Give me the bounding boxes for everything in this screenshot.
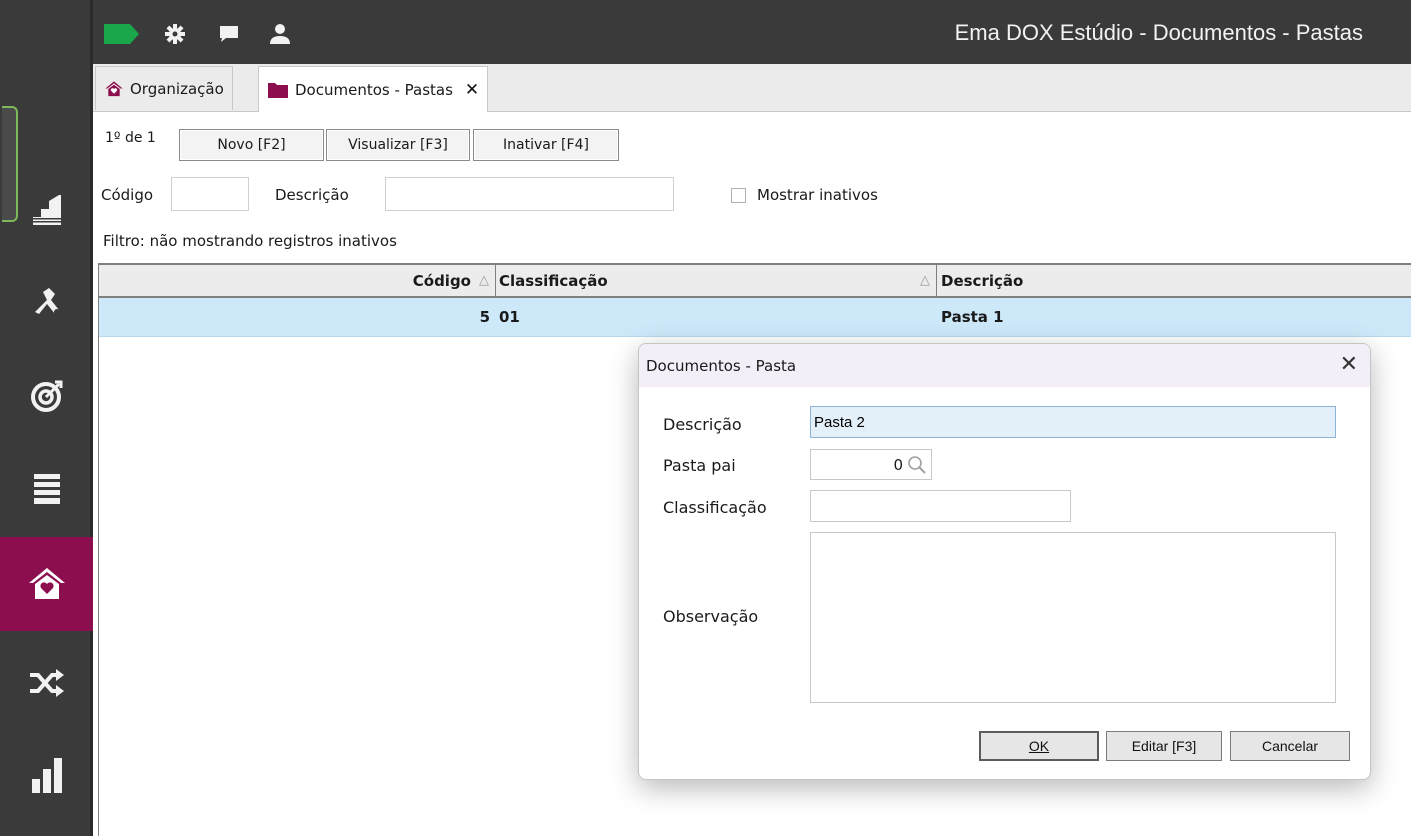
edit-button[interactable]: Editar [F3] (1106, 731, 1222, 761)
column-header-descricao[interactable]: Descrição (937, 265, 1411, 296)
bar-chart-icon (31, 758, 62, 793)
tab-label: Documentos - Pastas (295, 80, 453, 99)
tab-organizacao[interactable]: Organização (95, 66, 233, 110)
tools-icon (34, 288, 60, 315)
column-label: Classificação (499, 271, 608, 290)
sort-triangle-icon: △ (479, 273, 489, 288)
ok-button-label: OK (1028, 738, 1050, 754)
column-label: Código (412, 271, 471, 290)
inactivate-button[interactable]: Inativar [F4] (473, 129, 619, 161)
observation-label: Observação (663, 607, 759, 626)
toolbar: 1º de 1 Novo [F2] Visualizar [F3] Inativ… (93, 112, 1411, 170)
list-icon (33, 474, 60, 504)
sidebar-item-bar-chart[interactable] (0, 728, 93, 822)
classification-label: Classificação (663, 498, 767, 517)
sort-triangle-icon: △ (920, 273, 930, 288)
user-icon[interactable] (268, 22, 292, 46)
table-row[interactable]: 5 01 Pasta 1 (99, 298, 1411, 337)
folder-dialog: Documentos - Pasta ✕ Descrição Pasta pai… (638, 343, 1371, 780)
chat-icon[interactable] (217, 22, 241, 46)
stairs-icon (32, 195, 61, 225)
code-filter-input[interactable] (171, 177, 249, 211)
sidebar-item-list[interactable] (0, 442, 93, 536)
left-sidebar (0, 0, 93, 836)
description-field[interactable] (810, 406, 1336, 438)
gear-icon[interactable] (163, 22, 187, 46)
home-heart-icon (28, 568, 65, 599)
ok-button[interactable]: OK (979, 731, 1099, 761)
dialog-title: Documentos - Pasta (646, 357, 797, 375)
show-inactive-label: Mostrar inativos (757, 186, 878, 204)
column-header-codigo[interactable]: Código △ (99, 265, 496, 296)
home-heart-icon (105, 80, 123, 96)
search-icon[interactable] (907, 455, 927, 475)
shuffle-icon (29, 669, 64, 697)
code-filter-label: Código (101, 186, 154, 204)
sidebar-item-home[interactable] (0, 537, 93, 631)
cell-classificacao: 01 (499, 308, 520, 326)
target-icon (30, 380, 62, 412)
new-button[interactable]: Novo [F2] (179, 129, 324, 161)
filter-status-text: Filtro: não mostrando registros inativos (103, 232, 397, 250)
cell-codigo: 5 (479, 308, 490, 326)
app-title: Ema DOX Estúdio - Documentos - Pastas (954, 20, 1363, 45)
parent-folder-field[interactable]: 0 (810, 449, 932, 480)
column-header-classificacao[interactable]: Classificação △ (496, 265, 937, 296)
classification-field[interactable] (810, 490, 1071, 522)
grid-header: Código △ Classificação △ Descrição (99, 263, 1411, 298)
tab-label: Organização (130, 79, 224, 98)
view-button[interactable]: Visualizar [F3] (326, 129, 470, 161)
cancel-button[interactable]: Cancelar (1230, 731, 1350, 761)
sidebar-item-tools[interactable] (0, 253, 93, 347)
record-count: 1º de 1 (105, 130, 156, 146)
sidebar-item-shuffle[interactable] (0, 636, 93, 730)
show-inactive-checkbox[interactable] (731, 188, 746, 203)
tab-documentos-pastas[interactable]: Documentos - Pastas ✕ (258, 66, 489, 112)
parent-folder-value: 0 (893, 455, 903, 474)
tab-strip: Organização Documentos - Pastas ✕ (93, 64, 1411, 112)
title-bar: Ema DOX Estúdio - Documentos - Pastas (93, 0, 1411, 64)
sidebar-item-target[interactable] (0, 349, 93, 443)
close-icon[interactable]: ✕ (1340, 352, 1358, 377)
description-filter-input[interactable] (385, 177, 674, 211)
tab-close-icon[interactable]: ✕ (465, 80, 479, 100)
description-filter-label: Descrição (275, 186, 349, 204)
parent-folder-label: Pasta pai (663, 456, 736, 475)
sidebar-item-stairs[interactable] (0, 162, 93, 256)
observation-field[interactable] (810, 532, 1336, 703)
brand-tag-icon[interactable] (101, 22, 141, 46)
dialog-title-bar: Documentos - Pasta ✕ (639, 344, 1370, 387)
folder-icon (268, 82, 288, 98)
column-label: Descrição (941, 271, 1024, 290)
description-label: Descrição (663, 415, 742, 434)
cell-descricao: Pasta 1 (941, 308, 1004, 326)
